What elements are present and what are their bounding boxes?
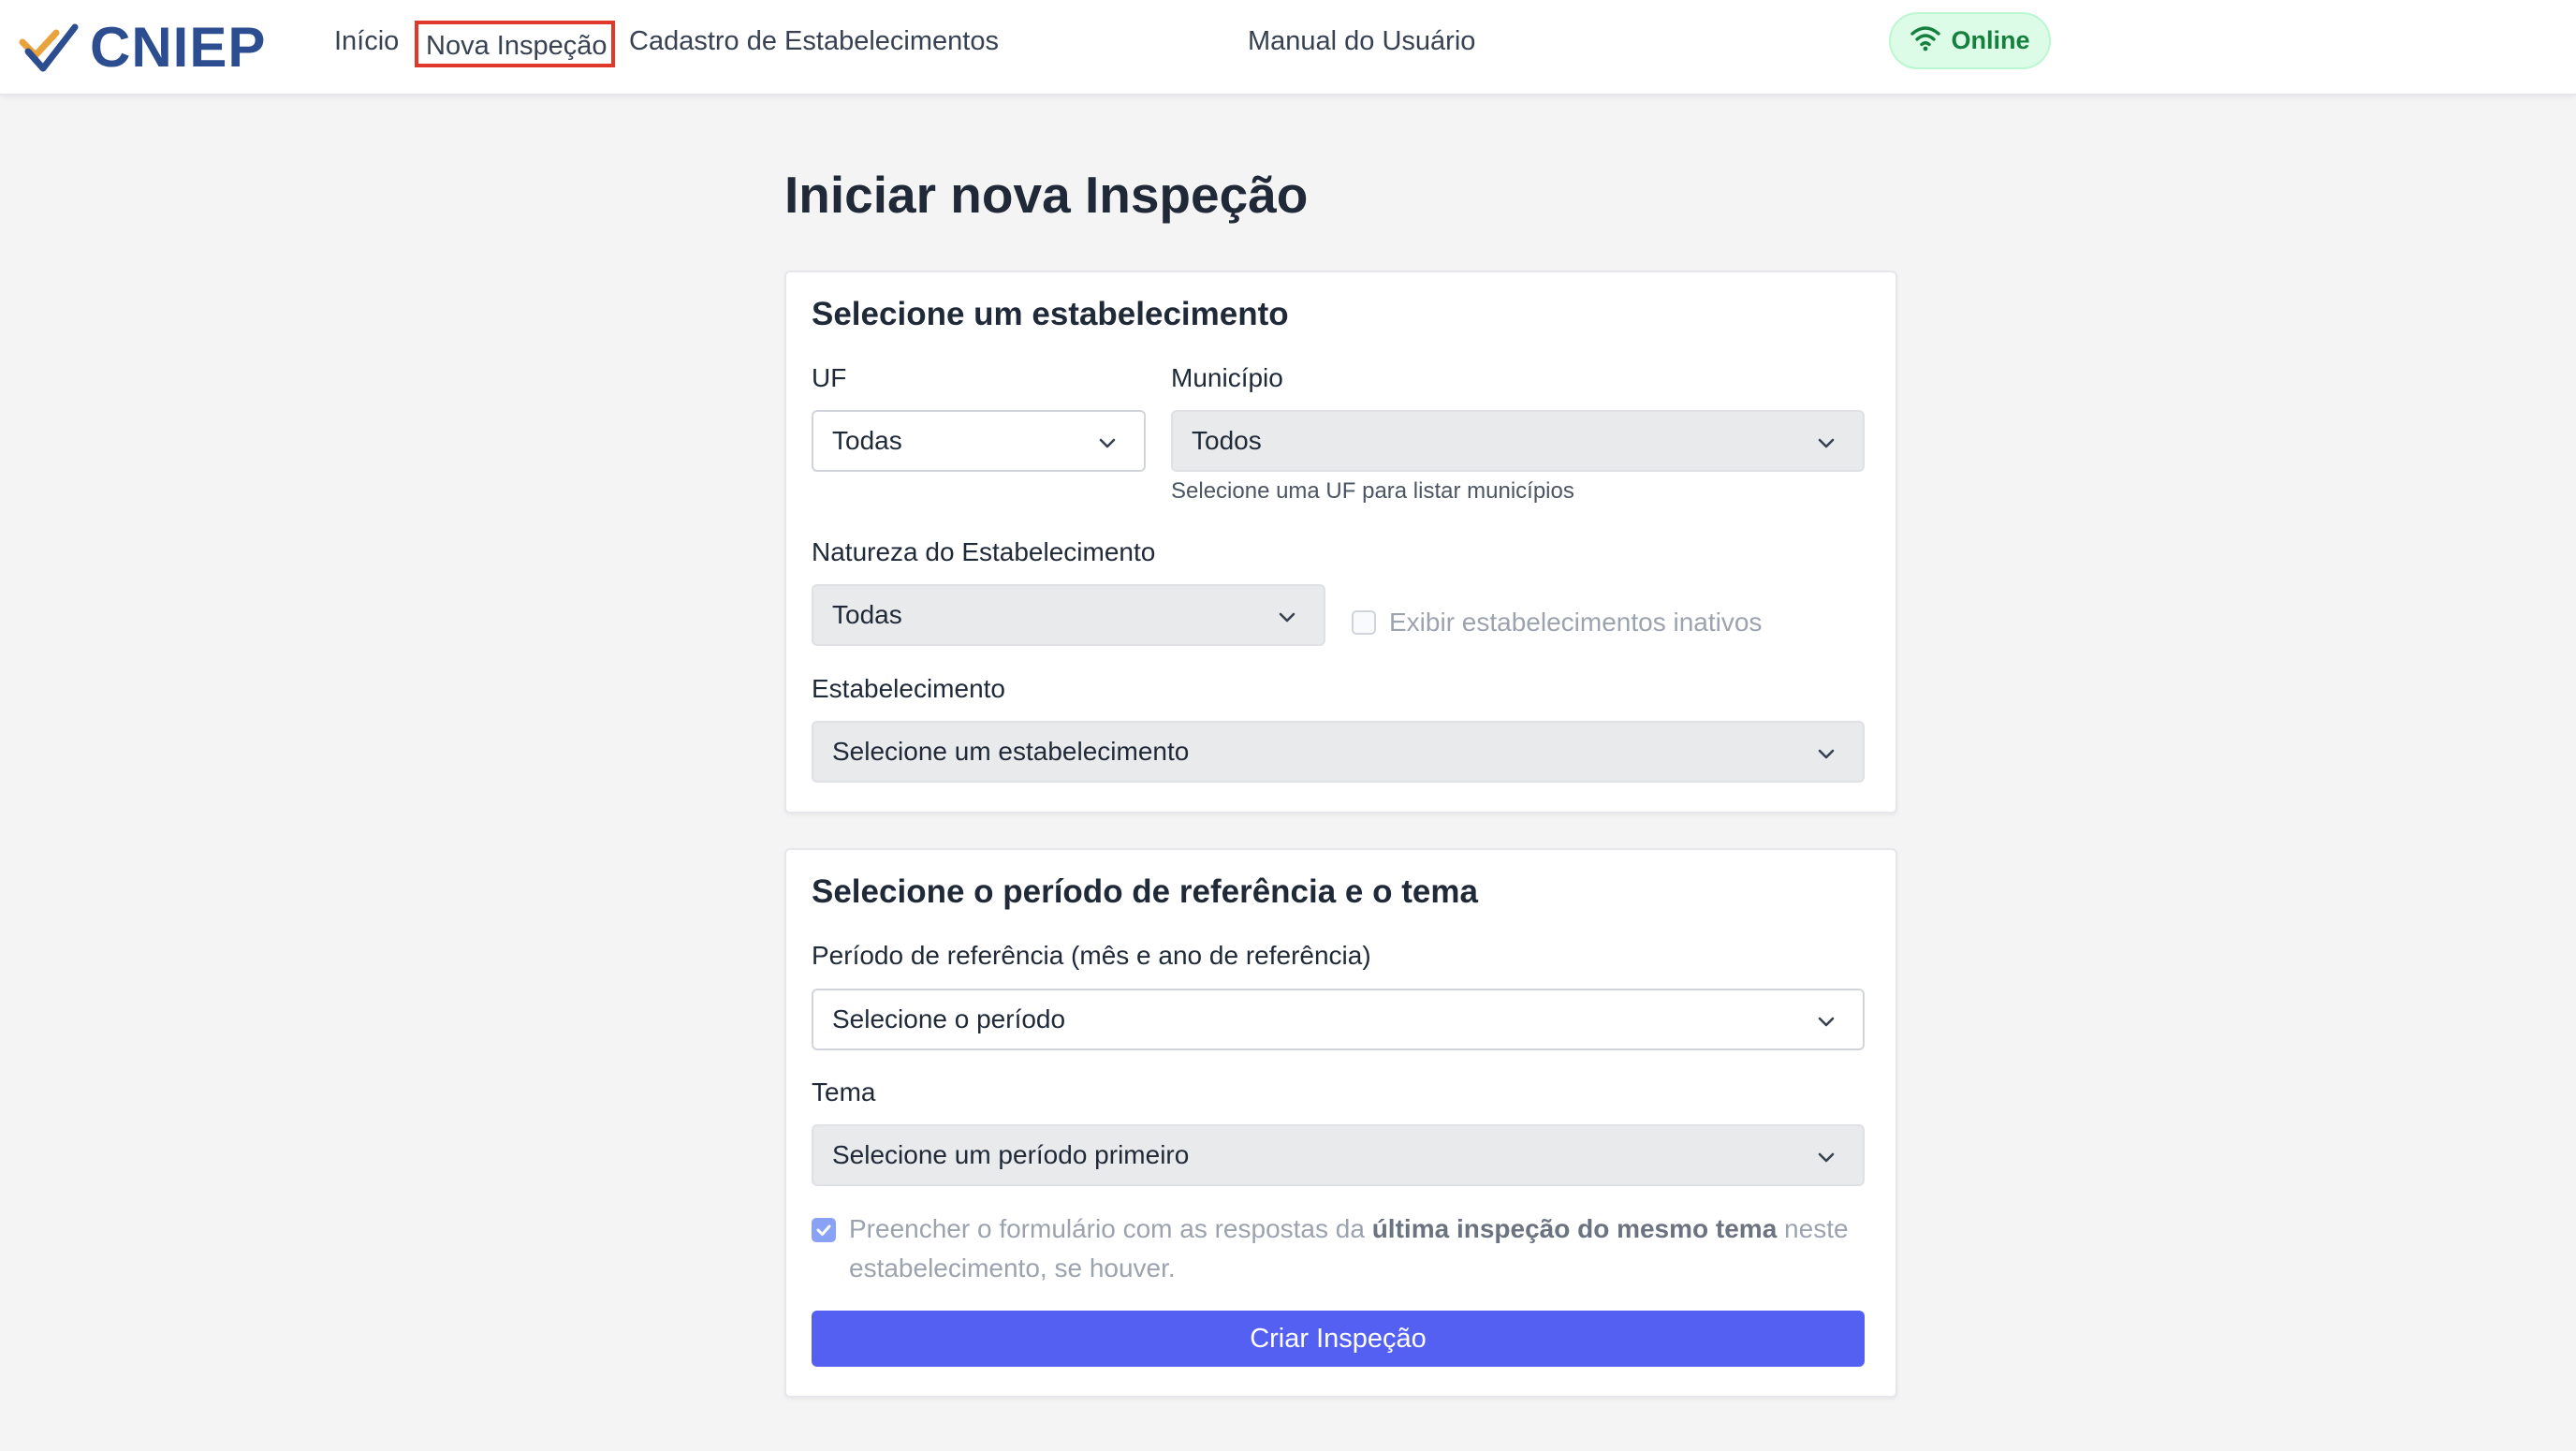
online-status-badge: Online [1889,12,2051,69]
online-status-label: Online [1951,26,2030,54]
tema-label: Tema [812,1077,876,1107]
prefill-text-bold: última inspeção do mesmo tema [1371,1214,1778,1243]
chevron-down-icon [1818,438,1835,448]
uf-select-value: Todas [832,426,902,455]
prefill-checkbox-label[interactable]: Preencher o formulário com as respostas … [849,1209,1874,1288]
brand-name: CNIEP [90,15,267,79]
natureza-select[interactable]: Todas [812,584,1325,646]
municipio-select[interactable]: Todos [1171,410,1865,472]
estabelecimento-select[interactable]: Selecione um estabelecimento [812,721,1865,783]
top-navbar: CNIEP Início Nova Inspeção Cadastro de E… [0,0,2576,95]
periodo-tema-card-title: Selecione o período de referência e o te… [812,873,1478,910]
nav-link-inicio[interactable]: Início [334,21,399,67]
nav-link-cadastro-estabelecimentos[interactable]: Cadastro de Estabelecimentos [629,21,999,67]
municipio-label: Município [1171,363,1283,392]
estabelecimento-label: Estabelecimento [812,674,1006,703]
prefill-text-before: Preencher o formulário com as respostas … [849,1214,1372,1243]
nav-link-manual-usuario[interactable]: Manual do Usuário [1248,21,1475,67]
wifi-icon [1910,23,1941,58]
nav-link-nova-inspecao[interactable]: Nova Inspeção [415,21,615,67]
estabelecimento-card-title: Selecione um estabelecimento [812,296,1289,332]
periodo-select[interactable]: Selecione o período [812,989,1865,1050]
natureza-select-value: Todas [832,600,902,629]
chevron-down-icon [1279,612,1295,623]
municipio-select-value: Todos [1192,426,1262,455]
prefill-checkbox[interactable] [812,1218,836,1242]
criar-inspecao-button[interactable]: Criar Inspeção [812,1311,1865,1367]
natureza-label: Natureza do Estabelecimento [812,537,1156,566]
uf-label: UF [812,363,847,392]
periodo-label: Período de referência (mês e ano de refe… [812,941,1371,970]
double-check-chart-icon [19,14,80,81]
chevron-down-icon [1818,749,1835,759]
checkmark-icon [816,1224,831,1236]
chevron-down-icon [1099,438,1116,448]
chevron-down-icon [1818,1152,1835,1163]
periodo-select-value: Selecione o período [832,1004,1066,1033]
inativos-checkbox[interactable] [1352,610,1376,635]
chevron-down-icon [1818,1017,1835,1027]
uf-select[interactable]: Todas [812,410,1146,472]
tema-select[interactable]: Selecione um período primeiro [812,1124,1865,1186]
municipio-hint: Selecione uma UF para listar municípios [1171,478,1574,504]
inativos-checkbox-label[interactable]: Exibir estabelecimentos inativos [1389,608,1762,638]
brand-logo[interactable]: CNIEP [19,9,266,84]
tema-select-value: Selecione um período primeiro [832,1140,1190,1169]
estabelecimento-select-value: Selecione um estabelecimento [832,737,1190,766]
page-title: Iniciar nova Inspeção [784,166,1309,224]
